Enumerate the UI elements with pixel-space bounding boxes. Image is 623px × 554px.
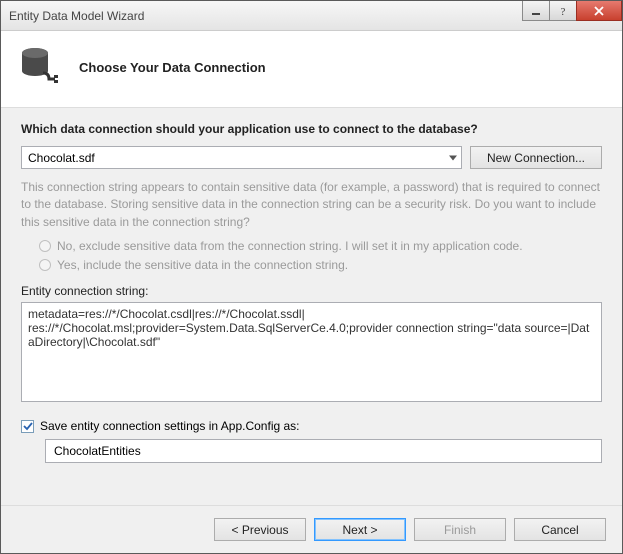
wizard-footer: < Previous Next > Finish Cancel xyxy=(1,505,622,553)
check-icon xyxy=(23,421,33,431)
sensitive-data-radio-group: No, exclude sensitive data from the conn… xyxy=(39,239,602,272)
chevron-down-icon xyxy=(449,155,457,160)
svg-text:?: ? xyxy=(561,6,566,17)
connection-string-textarea[interactable] xyxy=(21,302,602,402)
save-settings-row: Save entity connection settings in App.C… xyxy=(21,419,602,433)
minimize-button[interactable] xyxy=(522,1,550,21)
radio-icon xyxy=(39,259,51,271)
titlebar: Entity Data Model Wizard ? xyxy=(1,1,622,31)
sensitive-data-info: This connection string appears to contai… xyxy=(21,179,602,231)
connection-prompt: Which data connection should your applic… xyxy=(21,122,602,136)
next-button[interactable]: Next > xyxy=(314,518,406,541)
close-button[interactable] xyxy=(576,1,622,21)
radio-exclude-label: No, exclude sensitive data from the conn… xyxy=(57,239,523,253)
radio-include-label: Yes, include the sensitive data in the c… xyxy=(57,258,348,272)
radio-exclude: No, exclude sensitive data from the conn… xyxy=(39,239,602,253)
connection-row: Chocolat.sdf New Connection... xyxy=(21,146,602,169)
help-icon: ? xyxy=(557,5,569,17)
wizard-body: Which data connection should your applic… xyxy=(1,108,622,505)
database-icon xyxy=(19,45,63,89)
previous-button[interactable]: < Previous xyxy=(214,518,306,541)
save-settings-label: Save entity connection settings in App.C… xyxy=(40,419,300,433)
window-controls: ? xyxy=(523,1,622,30)
minimize-icon xyxy=(530,5,542,17)
connection-dropdown[interactable]: Chocolat.sdf xyxy=(21,146,462,169)
finish-button: Finish xyxy=(414,518,506,541)
save-settings-checkbox[interactable] xyxy=(21,420,34,433)
entity-name-input[interactable] xyxy=(45,439,602,463)
help-button[interactable]: ? xyxy=(549,1,577,21)
wizard-step-title: Choose Your Data Connection xyxy=(79,60,266,75)
cancel-button[interactable]: Cancel xyxy=(514,518,606,541)
wizard-header: Choose Your Data Connection xyxy=(1,31,622,108)
window-title: Entity Data Model Wizard xyxy=(9,9,523,23)
wizard-window: Entity Data Model Wizard ? Choose xyxy=(0,0,623,554)
radio-icon xyxy=(39,240,51,252)
close-icon xyxy=(593,5,605,17)
new-connection-button[interactable]: New Connection... xyxy=(470,146,602,169)
connection-string-label: Entity connection string: xyxy=(21,284,602,298)
connection-selected: Chocolat.sdf xyxy=(28,151,95,165)
radio-include: Yes, include the sensitive data in the c… xyxy=(39,258,602,272)
